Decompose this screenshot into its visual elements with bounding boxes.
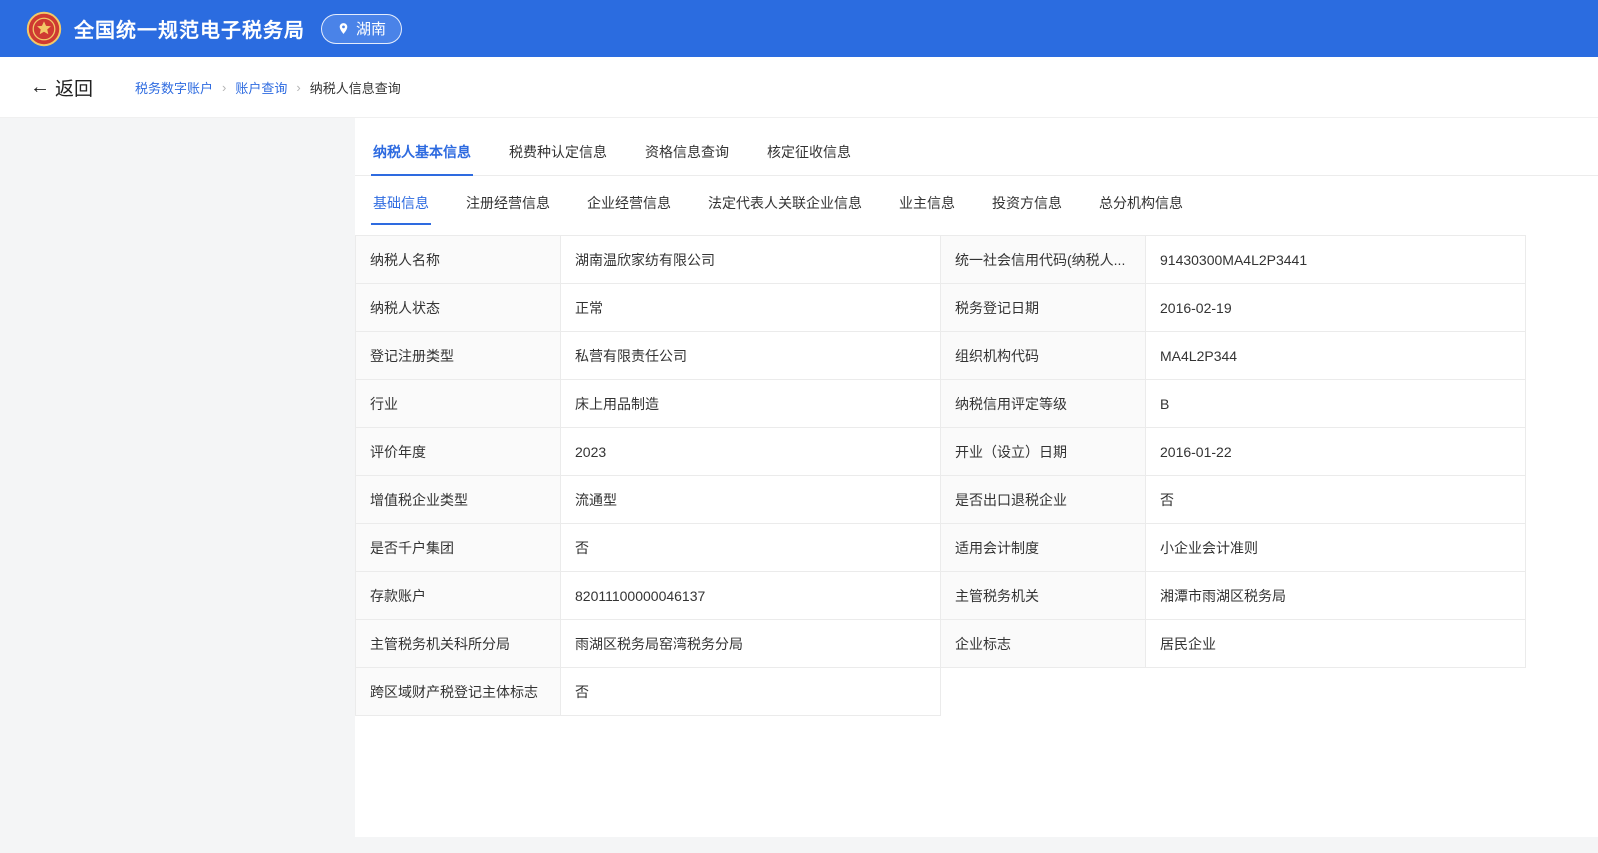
field-label: 行业 (356, 380, 561, 428)
subtab-legal-rep-related-enterprise-info[interactable]: 法定代表人关联企业信息 (706, 180, 864, 225)
subtab-owner-info[interactable]: 业主信息 (897, 180, 957, 225)
tab-assessed-collection-info[interactable]: 核定征收信息 (765, 128, 853, 176)
field-label: 税务登记日期 (941, 284, 1146, 332)
subtab-registered-business-info[interactable]: 注册经营信息 (464, 180, 552, 225)
field-label: 评价年度 (356, 428, 561, 476)
breadcrumb-current-taxpayer-info-query: 纳税人信息查询 (310, 78, 401, 97)
subtab-investor-info[interactable]: 投资方信息 (990, 180, 1064, 225)
field-label: 组织机构代码 (941, 332, 1146, 380)
content-panel: 纳税人基本信息 税费种认定信息 资格信息查询 核定征收信息 基础信息 注册经营信… (355, 118, 1598, 837)
field-value: 否 (561, 668, 941, 716)
table-row: 存款账户 82011100000046137 主管税务机关 湘潭市雨湖区税务局 (356, 572, 1526, 620)
back-label: 返回 (55, 74, 93, 101)
field-value: 82011100000046137 (561, 572, 941, 620)
field-value: 湘潭市雨湖区税务局 (1146, 572, 1526, 620)
field-value: 2016-02-19 (1146, 284, 1526, 332)
field-value: 雨湖区税务局窑湾税务分局 (561, 620, 941, 668)
field-value: 否 (1146, 476, 1526, 524)
table-row: 登记注册类型 私营有限责任公司 组织机构代码 MA4L2P344 (356, 332, 1526, 380)
location-pin-icon (337, 22, 350, 35)
field-label: 主管税务机关科所分局 (356, 620, 561, 668)
field-label: 纳税信用评定等级 (941, 380, 1146, 428)
field-label: 增值税企业类型 (356, 476, 561, 524)
secondary-tabs: 基础信息 注册经营信息 企业经营信息 法定代表人关联企业信息 业主信息 投资方信… (355, 176, 1598, 225)
breadcrumb: 税务数字账户 › 账户查询 › 纳税人信息查询 (135, 78, 401, 97)
table-row: 行业 床上用品制造 纳税信用评定等级 B (356, 380, 1526, 428)
table-row: 评价年度 2023 开业（设立）日期 2016-01-22 (356, 428, 1526, 476)
table-row: 增值税企业类型 流通型 是否出口退税企业 否 (356, 476, 1526, 524)
app-title: 全国统一规范电子税务局 (74, 14, 305, 43)
field-label: 主管税务机关 (941, 572, 1146, 620)
breadcrumb-bar: ← 返回 税务数字账户 › 账户查询 › 纳税人信息查询 (0, 57, 1598, 118)
field-label: 是否千户集团 (356, 524, 561, 572)
field-value: 2023 (561, 428, 941, 476)
field-label: 登记注册类型 (356, 332, 561, 380)
field-label: 是否出口退税企业 (941, 476, 1146, 524)
breadcrumb-link-account-query[interactable]: 账户查询 (235, 78, 287, 97)
table-row: 是否千户集团 否 适用会计制度 小企业会计准则 (356, 524, 1526, 572)
left-gutter (0, 118, 355, 853)
field-value: 床上用品制造 (561, 380, 941, 428)
national-emblem-logo (26, 11, 62, 47)
main-area: 纳税人基本信息 税费种认定信息 资格信息查询 核定征收信息 基础信息 注册经营信… (0, 118, 1598, 853)
field-value: 湖南温欣家纺有限公司 (561, 236, 941, 284)
field-label: 统一社会信用代码(纳税人... (941, 236, 1146, 284)
field-value: 正常 (561, 284, 941, 332)
subtab-head-branch-info[interactable]: 总分机构信息 (1097, 180, 1185, 225)
field-label: 纳税人名称 (356, 236, 561, 284)
field-label: 跨区域财产税登记主体标志 (356, 668, 561, 716)
field-value: 小企业会计准则 (1146, 524, 1526, 572)
field-value: B (1146, 380, 1526, 428)
table-row: 跨区域财产税登记主体标志 否 (356, 668, 1526, 716)
field-value: 私营有限责任公司 (561, 332, 941, 380)
taxpayer-info-table: 纳税人名称 湖南温欣家纺有限公司 统一社会信用代码(纳税人... 9143030… (355, 235, 1526, 716)
field-label: 存款账户 (356, 572, 561, 620)
field-value: 91430300MA4L2P3441 (1146, 236, 1526, 284)
table-row: 主管税务机关科所分局 雨湖区税务局窑湾税务分局 企业标志 居民企业 (356, 620, 1526, 668)
back-arrow-icon: ← (30, 77, 50, 97)
table-row: 纳税人名称 湖南温欣家纺有限公司 统一社会信用代码(纳税人... 9143030… (356, 236, 1526, 284)
field-label: 开业（设立）日期 (941, 428, 1146, 476)
primary-tabs: 纳税人基本信息 税费种认定信息 资格信息查询 核定征收信息 (355, 118, 1598, 176)
tab-taxpayer-basic-info[interactable]: 纳税人基本信息 (371, 128, 473, 176)
field-value: 流通型 (561, 476, 941, 524)
field-label: 纳税人状态 (356, 284, 561, 332)
page: 全国统一规范电子税务局 湖南 ← 返回 税务数字账户 › 账户查询 › 纳税人信… (0, 0, 1598, 853)
field-label: 适用会计制度 (941, 524, 1146, 572)
location-badge[interactable]: 湖南 (321, 14, 402, 44)
breadcrumb-separator-icon: › (222, 80, 226, 95)
field-label: 企业标志 (941, 620, 1146, 668)
tab-tax-fee-type-info[interactable]: 税费种认定信息 (507, 128, 609, 176)
table-row: 纳税人状态 正常 税务登记日期 2016-02-19 (356, 284, 1526, 332)
empty-cell (941, 668, 1526, 716)
field-value: 居民企业 (1146, 620, 1526, 668)
field-value: 2016-01-22 (1146, 428, 1526, 476)
breadcrumb-separator-icon: › (296, 80, 300, 95)
back-button[interactable]: ← 返回 (30, 74, 93, 101)
field-value: 否 (561, 524, 941, 572)
location-label: 湖南 (356, 18, 386, 39)
app-header: 全国统一规范电子税务局 湖南 (0, 0, 1598, 57)
field-value: MA4L2P344 (1146, 332, 1526, 380)
subtab-basic-info[interactable]: 基础信息 (371, 180, 431, 225)
tab-qualification-info-query[interactable]: 资格信息查询 (643, 128, 731, 176)
breadcrumb-link-tax-digital-account[interactable]: 税务数字账户 (135, 78, 213, 97)
subtab-enterprise-business-info[interactable]: 企业经营信息 (585, 180, 673, 225)
